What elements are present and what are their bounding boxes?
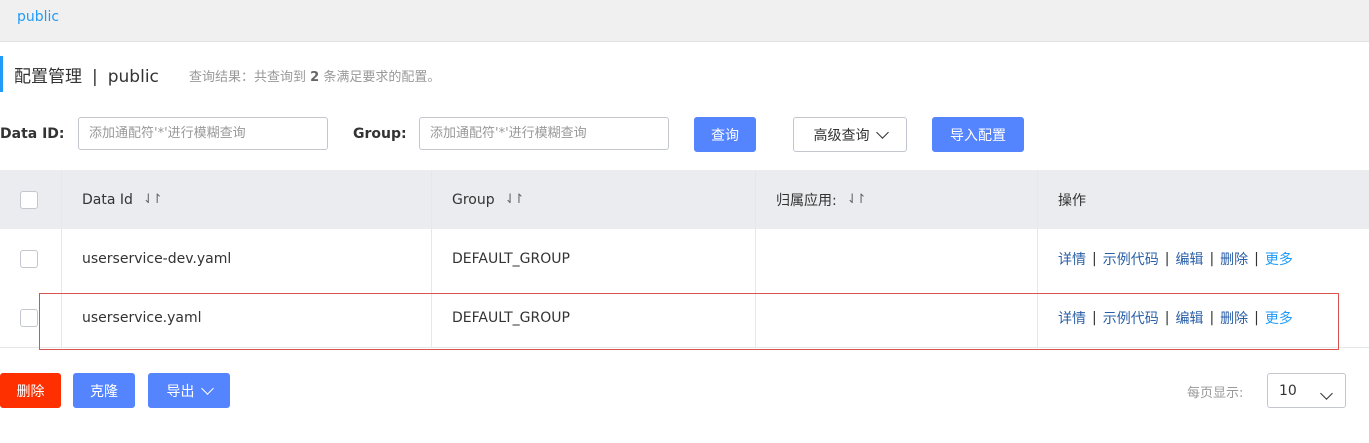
- batch-delete-button[interactable]: 删除: [0, 373, 61, 408]
- action-separator: |: [1164, 250, 1170, 267]
- group-search-input[interactable]: [419, 117, 669, 150]
- query-result-summary: 查询结果：共查询到 2 条满足要求的配置。: [189, 66, 440, 85]
- sort-icon[interactable]: ⇃↾: [505, 192, 525, 207]
- clone-label: 克隆: [90, 383, 118, 400]
- title-separator: |: [92, 67, 98, 87]
- detail-link[interactable]: 详情: [1058, 249, 1086, 269]
- header-group-label: Group: [452, 191, 495, 208]
- chevron-down-icon: [200, 381, 214, 395]
- header-actions-label: 操作: [1058, 192, 1086, 209]
- advanced-query-button[interactable]: 高级查询: [793, 117, 907, 152]
- group-label: Group:: [353, 126, 407, 142]
- header-checkbox-cell: [0, 170, 62, 229]
- dataid-label: Data ID:: [0, 126, 65, 142]
- import-config-button[interactable]: 导入配置: [932, 117, 1024, 152]
- edit-link[interactable]: 编辑: [1175, 249, 1203, 269]
- sort-icon[interactable]: ⇃↾: [847, 192, 867, 207]
- page-size-select[interactable]: 10: [1267, 373, 1346, 408]
- page-title-namespace: public: [107, 67, 159, 87]
- action-separator: |: [1254, 250, 1259, 267]
- row-data-id: userservice.yaml: [62, 288, 432, 347]
- action-separator: |: [1164, 309, 1170, 326]
- row-actions: 详情 | 示例代码 | 编辑 | 删除 | 更多: [1038, 229, 1369, 288]
- import-config-label: 导入配置: [950, 127, 1006, 144]
- result-count: 2: [310, 70, 320, 85]
- chevron-down-icon: [1320, 383, 1333, 402]
- query-button-label: 查询: [711, 127, 739, 144]
- header-app[interactable]: 归属应用: ⇃↾: [756, 170, 1038, 229]
- sample-code-link[interactable]: 示例代码: [1103, 249, 1159, 269]
- sort-icon[interactable]: ⇃↾: [143, 192, 163, 207]
- header-app-label: 归属应用:: [776, 192, 837, 209]
- row-app: [756, 288, 1038, 347]
- row-group: DEFAULT_GROUP: [432, 288, 756, 347]
- table-row: userservice-dev.yaml DEFAULT_GROUP 详情 | 示例…: [0, 229, 1369, 289]
- delete-link[interactable]: 删除: [1220, 249, 1248, 269]
- table-row: userservice.yaml DEFAULT_GROUP 详情 | 示例代码 | 编…: [0, 288, 1369, 348]
- header-data-id-label: Data Id: [82, 191, 133, 208]
- detail-link[interactable]: 详情: [1058, 308, 1086, 328]
- action-separator: |: [1092, 250, 1097, 267]
- result-suffix: 条满足要求的配置。: [323, 70, 441, 85]
- batch-delete-label: 删除: [16, 383, 45, 400]
- more-link[interactable]: 更多: [1265, 249, 1293, 269]
- header-group[interactable]: Group ⇃↾: [432, 170, 756, 229]
- action-separator: |: [1209, 250, 1215, 267]
- top-tab-bar: public: [0, 0, 1369, 42]
- select-all-checkbox[interactable]: [20, 190, 38, 209]
- page-size-label: 每页显示:: [1187, 386, 1244, 401]
- advanced-query-label: 高级查询: [813, 127, 870, 144]
- namespace-tab-public[interactable]: public: [17, 9, 59, 25]
- export-label: 导出: [166, 383, 195, 400]
- action-separator: |: [1209, 309, 1215, 326]
- header-data-id[interactable]: Data Id ⇃↾: [62, 170, 432, 229]
- query-button[interactable]: 查询: [694, 117, 756, 152]
- header-actions: 操作: [1038, 170, 1369, 229]
- action-separator: |: [1092, 309, 1097, 326]
- row-data-id: userservice-dev.yaml: [62, 229, 432, 288]
- title-accent-bar: [0, 56, 3, 92]
- row-group: DEFAULT_GROUP: [432, 229, 756, 288]
- row-actions: 详情 | 示例代码 | 编辑 | 删除 | 更多: [1038, 288, 1369, 347]
- edit-link[interactable]: 编辑: [1175, 308, 1203, 328]
- row-app: [756, 229, 1038, 288]
- row-checkbox[interactable]: [20, 308, 38, 327]
- row-checkbox-cell: [0, 229, 62, 288]
- action-separator: |: [1254, 309, 1259, 326]
- chevron-down-icon: [875, 125, 889, 139]
- row-checkbox-cell: [0, 288, 62, 347]
- delete-link[interactable]: 删除: [1220, 308, 1248, 328]
- export-button[interactable]: 导出: [148, 373, 230, 408]
- page-size-value: 10: [1279, 383, 1297, 399]
- result-prefix: 查询结果：共查询到: [189, 70, 307, 85]
- page-title: 配置管理 | public: [14, 62, 159, 87]
- row-checkbox[interactable]: [20, 249, 38, 268]
- more-link[interactable]: 更多: [1265, 308, 1293, 328]
- table-header-row: Data Id ⇃↾ Group ⇃↾ 归属应用: ⇃↾ 操作: [0, 170, 1369, 230]
- dataid-search-input[interactable]: [78, 117, 328, 150]
- page-title-text: 配置管理: [14, 67, 82, 87]
- sample-code-link[interactable]: 示例代码: [1103, 308, 1159, 328]
- clone-button[interactable]: 克隆: [73, 373, 135, 408]
